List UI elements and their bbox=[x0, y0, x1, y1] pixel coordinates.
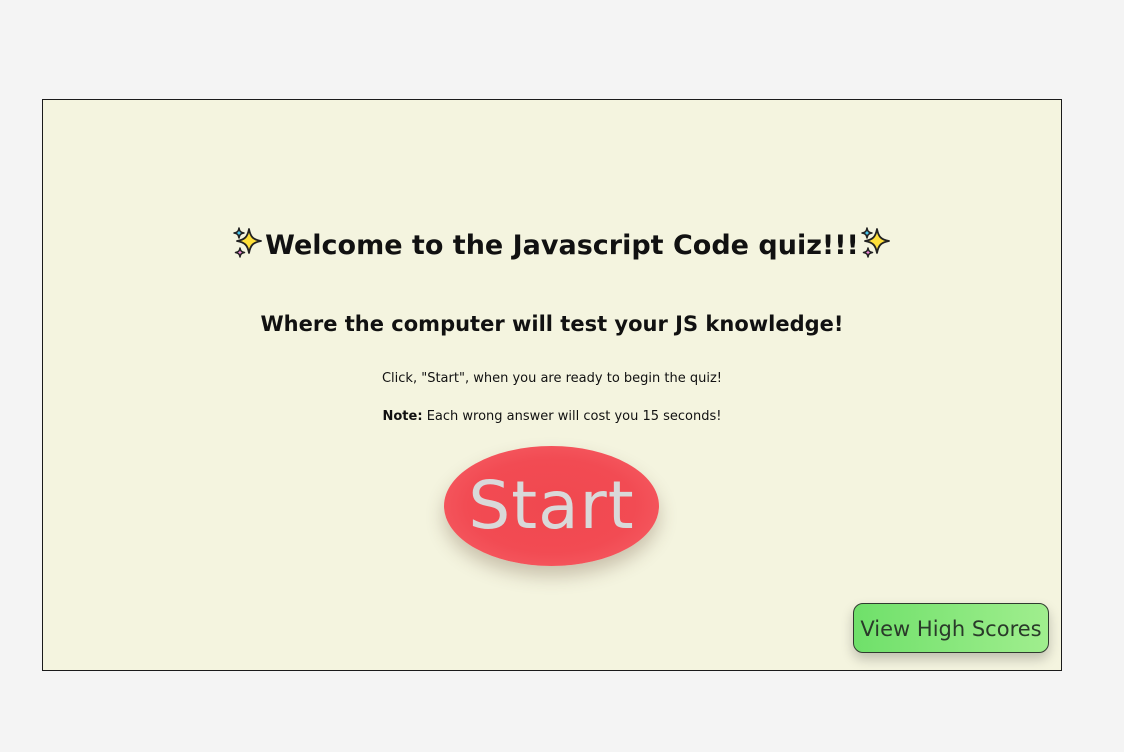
instruction-text: Click, "Start", when you are ready to be… bbox=[381, 371, 722, 386]
sparkles-icon bbox=[231, 226, 265, 260]
welcome-heading: Welcome to the Javascript Code quiz!!! bbox=[0, 226, 1124, 261]
note-label: Note: bbox=[382, 409, 423, 424]
welcome-title: Welcome to the Javascript Code quiz!!! bbox=[265, 230, 859, 261]
note-body: Each wrong answer will cost you 15 secon… bbox=[426, 409, 722, 424]
view-high-scores-button[interactable]: View High Scores bbox=[853, 603, 1049, 653]
note-text: Note: Each wrong answer will cost you 15… bbox=[0, 409, 1104, 424]
sparkles-icon bbox=[859, 226, 893, 260]
start-button[interactable]: Start bbox=[444, 446, 659, 566]
subtitle: Where the computer will test your JS kno… bbox=[260, 312, 844, 336]
